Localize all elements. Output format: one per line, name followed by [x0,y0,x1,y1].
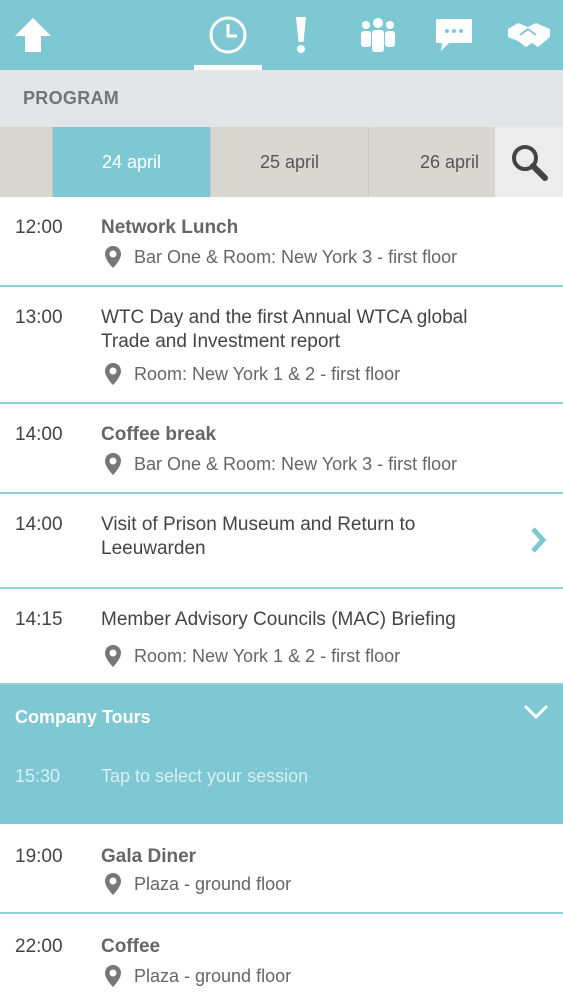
handshake-icon [508,23,550,47]
event-location-text: Plaza - ground floor [134,873,292,894]
people-icon [361,18,395,52]
networking-button[interactable] [503,0,555,70]
location-pin-icon [105,453,121,475]
event-time: 12:00 [15,217,63,238]
event-time: 14:00 [15,514,63,535]
location-pin-icon [105,645,121,667]
event-location: Bar One & Room: New York 3 - first floor [104,452,457,476]
section-title: PROGRAM [23,88,120,108]
location-pin-icon [105,363,121,385]
date-tab-26-april[interactable]: 26 april [369,127,493,197]
event-location-text: Bar One & Room: New York 3 - first floor [134,246,458,267]
search-icon [512,145,548,181]
date-tab-25-april[interactable]: 25 april [211,127,369,197]
event-title: Network Lunch [101,217,239,238]
event-row[interactable]: 14:00 Visit of Prison Museum and Return … [0,494,563,589]
event-location-text: Plaza - ground floor [134,965,292,986]
chevron-right-icon[interactable] [529,526,547,559]
home-button[interactable] [0,0,66,70]
event-time: 19:00 [15,846,63,867]
location-pin-icon [105,873,121,895]
event-time: 22:00 [15,936,63,957]
event-title: Member Advisory Councils (MAC) Briefing [101,609,456,630]
event-title: Coffee break [101,424,217,445]
event-location: Room: New York 1 & 2 - first floor [104,362,400,386]
event-time: 13:00 [15,307,63,328]
event-time: 14:15 [15,609,63,630]
chat-icon [436,19,472,51]
event-location-text: Room: New York 1 & 2 - first floor [134,645,401,666]
home-icon [15,18,51,52]
event-row[interactable]: 14:15 Member Advisory Councils (MAC) Bri… [0,589,563,685]
search-button[interactable] [495,127,563,197]
date-tab-24-april[interactable]: 24 april [53,127,211,197]
clock-icon [209,16,247,54]
event-row[interactable]: 22:00 Coffee Plaza - ground floor [0,914,563,1000]
alerts-button[interactable] [283,0,319,70]
location-pin-icon [105,965,121,987]
event-title: Gala Diner [101,846,197,867]
event-location-text: Bar One & Room: New York 3 - first floor [134,453,458,474]
event-time: 14:00 [15,424,63,445]
event-row[interactable]: 19:00 Gala Diner Plaza - ground floor [0,824,563,914]
event-title: Coffee [101,936,161,957]
location-pin-icon [105,246,121,268]
date-previous-stub[interactable] [0,127,53,197]
attendees-button[interactable] [354,0,402,70]
group-session-time: 15:30 [15,766,61,786]
event-row[interactable]: 14:00 Coffee break Bar One & Room: New Y… [0,404,563,494]
group-session-prompt[interactable]: Tap to select your session [101,766,308,787]
company-tours-group[interactable]: Company Tours 15:30 Tap to select your s… [0,685,563,824]
event-location: Plaza - ground floor [104,964,291,988]
event-location: Plaza - ground floor [104,872,291,896]
chevron-down-icon[interactable] [523,703,549,726]
program-tab[interactable] [194,0,262,70]
event-row[interactable]: 13:00 WTC Day and the first Annual WTCA … [0,287,563,404]
group-title: Company Tours [15,707,151,727]
event-location-text: Room: New York 1 & 2 - first floor [134,363,401,384]
messages-button[interactable] [430,0,478,70]
event-row[interactable]: 12:00 Network Lunch Bar One & Room: New … [0,197,563,287]
top-navigation-bar [0,0,563,70]
section-header: PROGRAM [0,70,563,127]
event-title: WTC Day and the first Annual WTCA global… [101,307,468,352]
event-location: Bar One & Room: New York 3 - first floor [104,245,457,269]
alert-icon [296,17,306,53]
event-location: Room: New York 1 & 2 - first floor [104,644,400,668]
event-title: Visit of Prison Museum and Return to Lee… [101,514,416,559]
date-selector: 24 april 25 april 26 april [0,127,563,197]
